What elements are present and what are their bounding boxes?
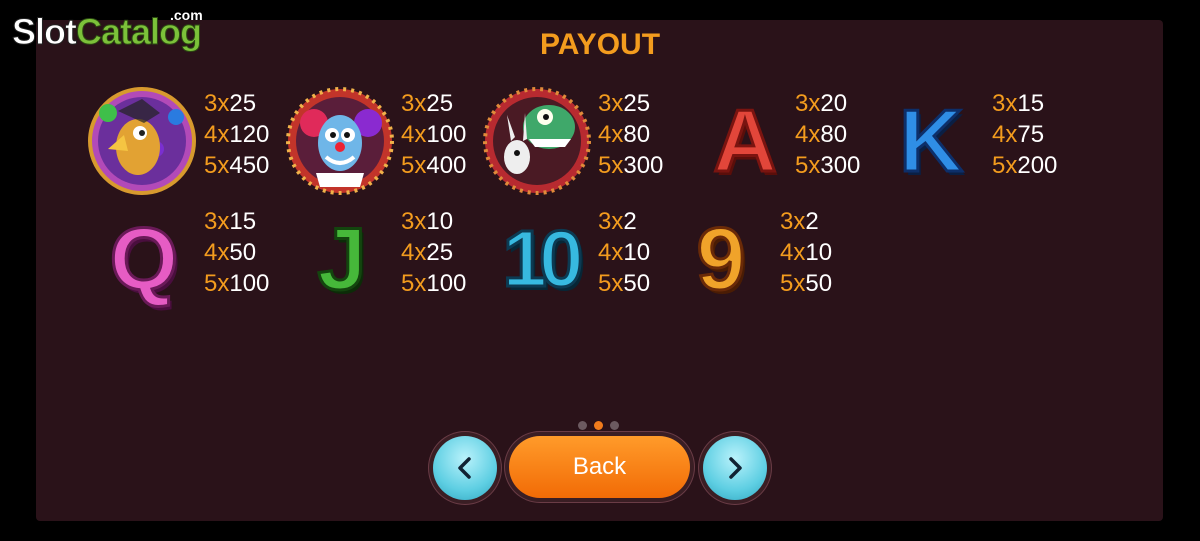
letter-k-payouts: 3x15 4x75 5x200 [992, 88, 1057, 181]
pay-line: 3x15 [992, 90, 1045, 117]
page-dot[interactable] [610, 421, 619, 430]
pay-line: 4x80 [795, 121, 848, 148]
letter-q-symbol-icon: Q [108, 209, 179, 308]
letter-j-payouts: 3x10 4x25 5x100 [401, 206, 466, 299]
pay-line: 5x100 [204, 270, 270, 297]
pay-line: 4x10 [780, 239, 833, 266]
chevron-right-icon [729, 457, 742, 479]
number-9-payouts: 3x2 4x10 5x50 [780, 206, 832, 299]
pay-line: 5x300 [598, 152, 664, 179]
pay-line: 3x25 [401, 90, 454, 117]
pay-line: 3x2 [780, 208, 819, 235]
pay-line: 5x50 [598, 270, 651, 297]
page-dot[interactable] [578, 421, 587, 430]
page-indicator [578, 421, 619, 430]
pay-line: 5x200 [992, 152, 1058, 179]
letter-q-payouts: 3x15 4x50 5x100 [204, 206, 269, 299]
letter-k-symbol-icon: K [898, 91, 965, 190]
pay-line: 4x80 [598, 121, 651, 148]
pay-line: 3x25 [598, 90, 651, 117]
pay-line: 4x10 [598, 239, 651, 266]
clown-symbol-icon [285, 86, 395, 196]
pay-line: 3x20 [795, 90, 848, 117]
number-9-symbol-icon: 9 [695, 209, 747, 308]
page-title: PAYOUT [539, 28, 661, 61]
bird-jester-payouts: 3x25 4x120 5x450 [204, 88, 269, 181]
letter-j-symbol-icon: J [316, 209, 368, 308]
pay-line: 4x25 [401, 239, 454, 266]
pay-line: 5x50 [780, 270, 833, 297]
number-10-symbol-icon: 10 [501, 214, 585, 303]
next-page-button[interactable] [703, 436, 767, 500]
chevron-left-icon [458, 457, 471, 479]
pay-line: 3x2 [598, 208, 637, 235]
pay-line: 4x75 [992, 121, 1045, 148]
pay-line: 5x450 [204, 152, 270, 179]
monster-rabbit-payouts: 3x25 4x80 5x300 [598, 88, 663, 181]
number-10-payouts: 3x2 4x10 5x50 [598, 206, 650, 299]
pay-line: 5x300 [795, 152, 861, 179]
pay-line: 4x100 [401, 121, 467, 148]
pay-line: 5x400 [401, 152, 467, 179]
monster-rabbit-symbol-icon [482, 86, 592, 196]
pay-line: 4x120 [204, 121, 270, 148]
previous-page-button[interactable] [433, 436, 497, 500]
pay-line: 5x100 [401, 270, 467, 297]
bird-jester-symbol-icon [87, 86, 197, 196]
pay-line: 3x25 [204, 90, 257, 117]
letter-a-payouts: 3x20 4x80 5x300 [795, 88, 860, 181]
clown-payouts: 3x25 4x100 5x400 [401, 88, 466, 181]
pay-line: 3x10 [401, 208, 454, 235]
logo-dotcom-text: .com [170, 7, 203, 23]
pay-line: 4x50 [204, 239, 257, 266]
pay-line: 3x15 [204, 208, 257, 235]
back-button[interactable]: Back [509, 436, 690, 498]
letter-a-symbol-icon: A [712, 91, 779, 190]
page-dot-active[interactable] [594, 421, 603, 430]
